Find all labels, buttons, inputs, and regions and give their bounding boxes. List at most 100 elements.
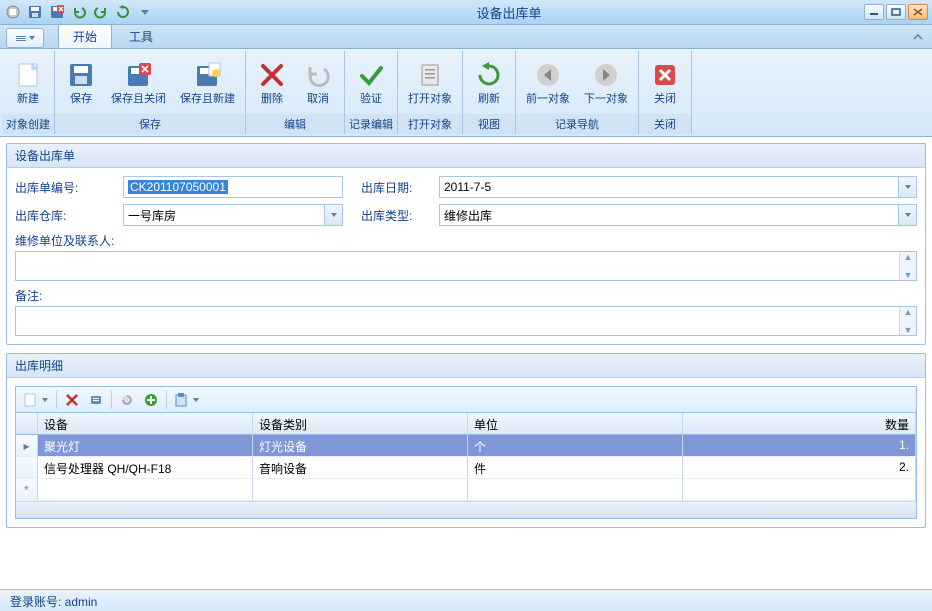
cell-category[interactable]: 灯光设备 xyxy=(253,435,468,456)
input-type[interactable]: 维修出库 xyxy=(439,204,917,226)
detail-panel-title: 出库明细 xyxy=(7,354,925,378)
qat-refresh-icon[interactable] xyxy=(114,3,132,21)
ribbon-collapse-button[interactable] xyxy=(910,29,926,45)
grid-new-button[interactable] xyxy=(20,390,52,410)
delete-icon xyxy=(256,59,288,91)
ribbon-group-view: 刷新 视图 xyxy=(463,51,516,134)
label-maint-contact: 维修单位及联系人: xyxy=(15,232,917,249)
refresh-button[interactable]: 刷新 xyxy=(467,57,511,107)
qat-redo-icon[interactable] xyxy=(92,3,110,21)
content-area: 设备出库单 出库单编号: CK201107050001 出库日期: 2011-7… xyxy=(0,137,932,589)
next-object-button[interactable]: 下一对象 xyxy=(578,57,634,107)
save-icon xyxy=(65,59,97,91)
qat-dropdown-icon[interactable] xyxy=(136,3,154,21)
new-icon xyxy=(12,59,44,91)
form-panel: 设备出库单 出库单编号: CK201107050001 出库日期: 2011-7… xyxy=(6,143,926,345)
col-header-device[interactable]: 设备 xyxy=(38,413,253,434)
row-indicator-icon: ▸ xyxy=(16,435,38,456)
cell-unit[interactable]: 件 xyxy=(468,457,683,478)
scrollbar[interactable]: ▲▼ xyxy=(899,307,916,335)
warehouse-dropdown-icon[interactable] xyxy=(324,205,342,225)
label-remark: 备注: xyxy=(15,287,917,304)
arrow-left-icon xyxy=(532,59,564,91)
grid-export-button[interactable] xyxy=(171,390,203,410)
open-object-button[interactable]: 打开对象 xyxy=(402,57,458,107)
label-doc-no: 出库单编号: xyxy=(15,179,115,196)
validate-button[interactable]: 验证 xyxy=(349,57,393,107)
grid-delete-button[interactable] xyxy=(61,390,83,410)
ribbon-group-open: 打开对象 打开对象 xyxy=(398,51,463,134)
tab-start[interactable]: 开始 xyxy=(58,24,112,48)
label-warehouse: 出库仓库: xyxy=(15,207,115,224)
save-close-icon xyxy=(123,59,155,91)
arrow-right-icon xyxy=(590,59,622,91)
grid-footer xyxy=(16,501,916,518)
cancel-button[interactable]: 取消 xyxy=(296,57,340,107)
row-indicator-icon xyxy=(16,457,38,478)
qat-undo-icon[interactable] xyxy=(70,3,88,21)
quick-access-toolbar xyxy=(4,3,154,21)
col-header-category[interactable]: 设备类别 xyxy=(253,413,468,434)
ribbon-group-nav: 前一对象 下一对象 记录导航 xyxy=(516,51,639,134)
grid-header: 设备 设备类别 单位 数量 xyxy=(16,413,916,435)
save-new-button[interactable]: 保存且新建 xyxy=(174,57,241,107)
col-header-qty[interactable]: 数量 xyxy=(683,413,916,434)
cell-category[interactable]: 音响设备 xyxy=(253,457,468,478)
save-button[interactable]: 保存 xyxy=(59,57,103,107)
ribbon-group-close: 关闭 关闭 xyxy=(639,51,692,134)
qat-save-close-icon[interactable] xyxy=(48,3,66,21)
input-warehouse[interactable]: 一号库房 xyxy=(123,204,343,226)
row-indicator-header xyxy=(16,413,38,434)
detail-panel: 出库明细 设备 设备类别 单位 数量 xyxy=(6,353,926,528)
app-menu-button[interactable] xyxy=(6,28,44,48)
qat-app-icon[interactable] xyxy=(4,3,22,21)
save-new-icon xyxy=(192,59,224,91)
status-bar: 登录账号: admin xyxy=(0,589,932,611)
maximize-button[interactable] xyxy=(886,4,906,20)
input-maint-contact[interactable]: ▲▼ xyxy=(15,251,917,281)
minimize-button[interactable] xyxy=(864,4,884,20)
close-record-button[interactable]: 关闭 xyxy=(643,57,687,107)
grid-add-button[interactable] xyxy=(140,390,162,410)
type-dropdown-icon[interactable] xyxy=(898,205,916,225)
new-row-indicator-icon: * xyxy=(16,479,38,500)
login-user: admin xyxy=(65,595,98,609)
table-row[interactable]: ▸聚光灯灯光设备个1. xyxy=(16,435,916,457)
cell-qty[interactable]: 2. xyxy=(683,457,916,478)
label-date: 出库日期: xyxy=(361,179,431,196)
grid-link-button[interactable] xyxy=(85,390,107,410)
ribbon: 新建 对象创建 保存 保存且关闭 保存且新建 保存 删除 取消 编辑 验证 记录… xyxy=(0,49,932,137)
scrollbar[interactable]: ▲▼ xyxy=(899,252,916,280)
date-dropdown-icon[interactable] xyxy=(898,177,916,197)
qat-save-icon[interactable] xyxy=(26,3,44,21)
ribbon-group-create: 新建 对象创建 xyxy=(2,51,55,134)
close-icon xyxy=(649,59,681,91)
ribbon-group-save: 保存 保存且关闭 保存且新建 保存 xyxy=(55,51,246,134)
delete-button[interactable]: 删除 xyxy=(250,57,294,107)
new-row[interactable]: * xyxy=(16,479,916,501)
tab-tools[interactable]: 工具 xyxy=(114,24,168,48)
form-panel-title: 设备出库单 xyxy=(7,144,925,168)
label-type: 出库类型: xyxy=(361,207,431,224)
ribbon-group-recedit: 验证 记录编辑 xyxy=(345,51,398,134)
cell-device[interactable]: 信号处理器 QH/QH-F18 xyxy=(38,457,253,478)
window-title: 设备出库单 xyxy=(154,3,864,22)
window-buttons xyxy=(864,4,928,20)
table-row[interactable]: 信号处理器 QH/QH-F18音响设备件2. xyxy=(16,457,916,479)
col-header-unit[interactable]: 单位 xyxy=(468,413,683,434)
ribbon-group-edit: 删除 取消 编辑 xyxy=(246,51,345,134)
cell-qty[interactable]: 1. xyxy=(683,435,916,456)
input-remark[interactable]: ▲▼ xyxy=(15,306,917,336)
input-doc-no[interactable]: CK201107050001 xyxy=(123,176,343,198)
prev-object-button[interactable]: 前一对象 xyxy=(520,57,576,107)
new-button[interactable]: 新建 xyxy=(6,57,50,107)
grid-refresh-button[interactable] xyxy=(116,390,138,410)
cell-device[interactable]: 聚光灯 xyxy=(38,435,253,456)
cell-unit[interactable]: 个 xyxy=(468,435,683,456)
close-button[interactable] xyxy=(908,4,928,20)
check-icon xyxy=(355,59,387,91)
save-close-button[interactable]: 保存且关闭 xyxy=(105,57,172,107)
refresh-icon xyxy=(473,59,505,91)
input-date[interactable]: 2011-7-5 xyxy=(439,176,917,198)
undo-icon xyxy=(302,59,334,91)
